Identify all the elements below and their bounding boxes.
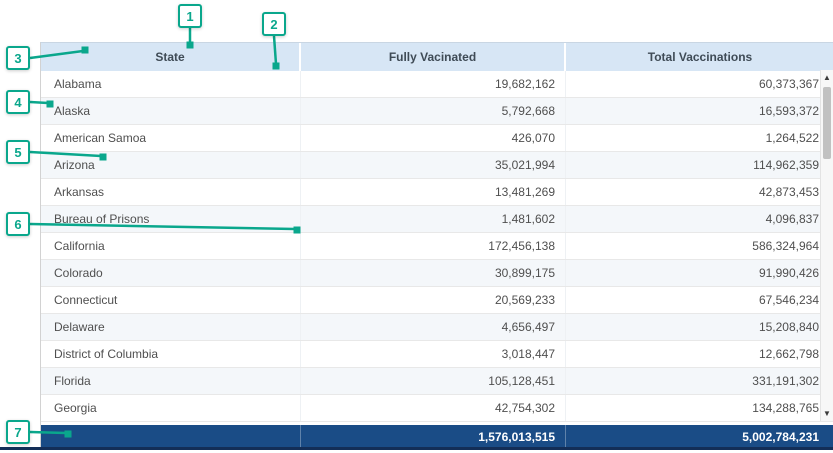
cell-fully-vaccinated: 5,792,668 bbox=[301, 98, 566, 124]
table-row[interactable]: Alabama 19,682,162 60,373,367 bbox=[41, 71, 833, 98]
vertical-scrollbar[interactable]: ▲ ▼ bbox=[820, 70, 833, 421]
cell-fully-vaccinated: 30,899,175 bbox=[301, 260, 566, 286]
cell-fully-vaccinated: 105,128,451 bbox=[301, 368, 566, 394]
cell-state: American Samoa bbox=[41, 125, 301, 151]
table-row[interactable]: Colorado 30,899,175 91,990,426 bbox=[41, 260, 833, 287]
summary-fully-vaccinated: 1,576,013,515 bbox=[301, 425, 566, 448]
chevron-up-icon: ▲ bbox=[823, 73, 831, 82]
cell-total-vaccinations: 67,546,234 bbox=[566, 287, 833, 313]
cell-state: Florida bbox=[41, 368, 301, 394]
table-row[interactable]: Connecticut 20,569,233 67,546,234 bbox=[41, 287, 833, 314]
cell-total-vaccinations: 586,324,964 bbox=[566, 233, 833, 259]
cell-state: Alaska bbox=[41, 98, 301, 124]
widget-bottom-border bbox=[0, 447, 833, 450]
callout-3: 3 bbox=[6, 46, 30, 70]
scroll-down-button[interactable]: ▼ bbox=[821, 407, 833, 420]
cell-total-vaccinations: 4,096,837 bbox=[566, 206, 833, 232]
cell-total-vaccinations: 134,288,765 bbox=[566, 395, 833, 421]
cell-state: Alabama bbox=[41, 71, 301, 97]
cell-total-vaccinations: 60,373,367 bbox=[566, 71, 833, 97]
scrollbar-thumb[interactable] bbox=[823, 87, 831, 159]
cell-state: District of Columbia bbox=[41, 341, 301, 367]
table-row[interactable]: Bureau of Prisons 1,481,602 4,096,837 bbox=[41, 206, 833, 233]
cell-state: Delaware bbox=[41, 314, 301, 340]
table-row[interactable]: Florida 105,128,451 331,191,302 bbox=[41, 368, 833, 395]
table-row[interactable]: Georgia 42,754,302 134,288,765 bbox=[41, 395, 833, 422]
cell-fully-vaccinated: 1,481,602 bbox=[301, 206, 566, 232]
table-row[interactable]: California 172,456,138 586,324,964 bbox=[41, 233, 833, 260]
callout-7: 7 bbox=[6, 420, 30, 444]
callout-5: 5 bbox=[6, 140, 30, 164]
cell-fully-vaccinated: 13,481,269 bbox=[301, 179, 566, 205]
cell-state: Bureau of Prisons bbox=[41, 206, 301, 232]
callout-2: 2 bbox=[262, 12, 286, 36]
cell-fully-vaccinated: 35,021,994 bbox=[301, 152, 566, 178]
callout-4: 4 bbox=[6, 90, 30, 114]
cell-total-vaccinations: 331,191,302 bbox=[566, 368, 833, 394]
table-row[interactable]: District of Columbia 3,018,447 12,662,79… bbox=[41, 341, 833, 368]
cell-fully-vaccinated: 172,456,138 bbox=[301, 233, 566, 259]
cell-total-vaccinations: 1,264,522 bbox=[566, 125, 833, 151]
table-row[interactable]: Alaska 5,792,668 16,593,372 bbox=[41, 98, 833, 125]
summary-state-cell bbox=[41, 425, 301, 448]
cell-total-vaccinations: 15,208,840 bbox=[566, 314, 833, 340]
table-row[interactable]: Arkansas 13,481,269 42,873,453 bbox=[41, 179, 833, 206]
callout-6: 6 bbox=[6, 212, 30, 236]
column-header-total-vaccinations[interactable]: Total Vaccinations bbox=[566, 43, 833, 71]
cell-total-vaccinations: 16,593,372 bbox=[566, 98, 833, 124]
cell-state: Georgia bbox=[41, 395, 301, 421]
table-row[interactable]: Delaware 4,656,497 15,208,840 bbox=[41, 314, 833, 341]
cell-state: Arizona bbox=[41, 152, 301, 178]
chevron-down-icon: ▼ bbox=[823, 409, 831, 418]
column-header-state[interactable]: State bbox=[41, 43, 301, 71]
column-header-fully-vaccinated[interactable]: Fully Vacinated bbox=[301, 43, 566, 71]
attribute-table: State Fully Vacinated Total Vaccinations… bbox=[40, 42, 833, 448]
cell-state: California bbox=[41, 233, 301, 259]
table-row[interactable]: Arizona 35,021,994 114,962,359 bbox=[41, 152, 833, 179]
cell-fully-vaccinated: 3,018,447 bbox=[301, 341, 566, 367]
cell-fully-vaccinated: 426,070 bbox=[301, 125, 566, 151]
callout-1: 1 bbox=[178, 4, 202, 28]
table-row[interactable]: American Samoa 426,070 1,264,522 bbox=[41, 125, 833, 152]
cell-total-vaccinations: 12,662,798 bbox=[566, 341, 833, 367]
summary-total-vaccinations: 5,002,784,231 bbox=[566, 425, 833, 448]
cell-state: Connecticut bbox=[41, 287, 301, 313]
cell-state: Colorado bbox=[41, 260, 301, 286]
cell-fully-vaccinated: 20,569,233 bbox=[301, 287, 566, 313]
cell-total-vaccinations: 42,873,453 bbox=[566, 179, 833, 205]
cell-fully-vaccinated: 4,656,497 bbox=[301, 314, 566, 340]
cell-total-vaccinations: 91,990,426 bbox=[566, 260, 833, 286]
cell-total-vaccinations: 114,962,359 bbox=[566, 152, 833, 178]
cell-fully-vaccinated: 19,682,162 bbox=[301, 71, 566, 97]
scroll-up-button[interactable]: ▲ bbox=[821, 71, 833, 84]
table-body: Alabama 19,682,162 60,373,367 Alaska 5,7… bbox=[41, 71, 833, 422]
cell-state: Arkansas bbox=[41, 179, 301, 205]
summary-row: 1,576,013,515 5,002,784,231 bbox=[41, 425, 833, 448]
cell-fully-vaccinated: 42,754,302 bbox=[301, 395, 566, 421]
screenshot-root: State Fully Vacinated Total Vaccinations… bbox=[0, 0, 833, 453]
table-header-row: State Fully Vacinated Total Vaccinations bbox=[41, 43, 833, 71]
